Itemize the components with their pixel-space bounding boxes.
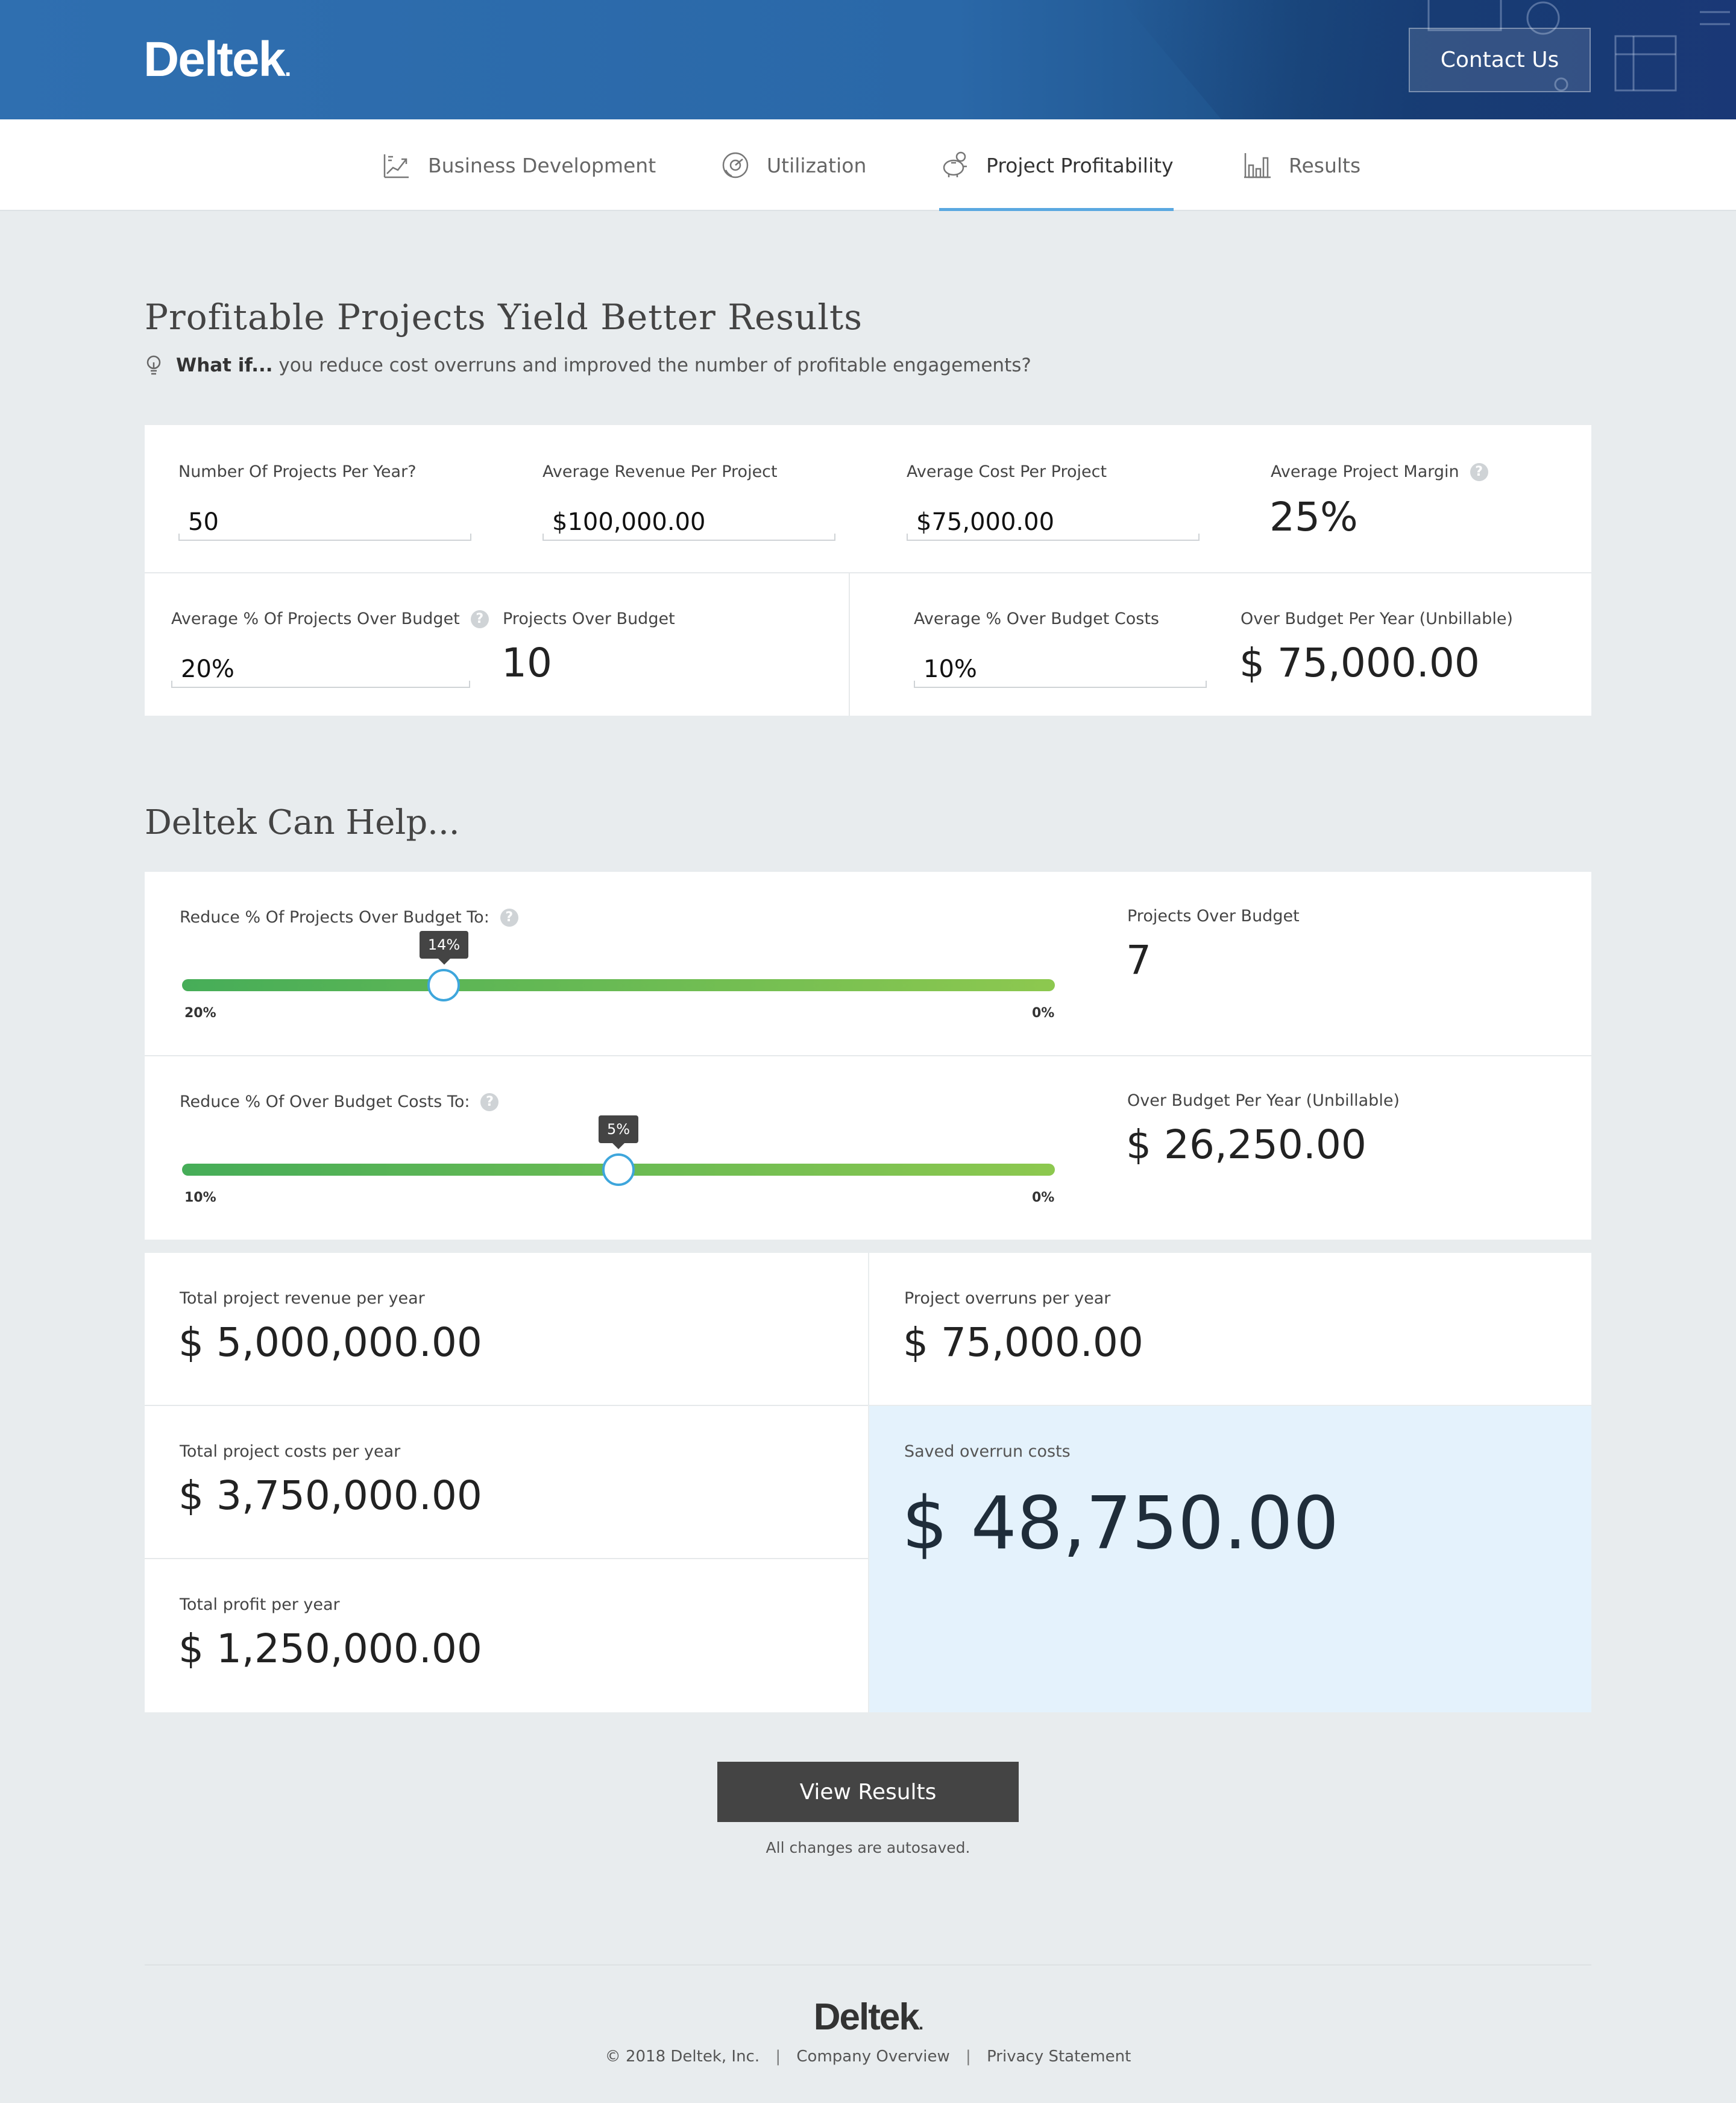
projects-over-budget-label: Projects Over Budget (503, 610, 675, 628)
avg-margin-label: Average Project Margin ? (1271, 462, 1488, 481)
revenue-value: $ 5,000,000.00 (178, 1319, 482, 1366)
saved-value: $ 48,750.00 (902, 1482, 1339, 1566)
view-results-button[interactable]: View Results (717, 1762, 1019, 1822)
projects-per-year-input[interactable]: 50 (178, 499, 471, 541)
overruns-value: $ 75,000.00 (903, 1319, 1143, 1366)
slider1-label: Reduce % Of Projects Over Budget To: ? (180, 908, 518, 927)
pct-over-budget-costs-label: Average % Over Budget Costs (914, 610, 1160, 628)
revenue-label: Total project revenue per year (180, 1289, 425, 1308)
company-overview-link[interactable]: Company Overview (796, 2048, 949, 2066)
avg-cost-label: Average Cost Per Project (907, 462, 1107, 481)
pct-over-budget-label-text: Average % Of Projects Over Budget (171, 610, 460, 628)
what-if-label: What if... (176, 355, 273, 376)
help-icon[interactable]: ? (1470, 462, 1488, 481)
section-title: Deltek Can Help... (145, 803, 460, 842)
tab-label: Utilization (767, 153, 867, 177)
slider2-result-label: Over Budget Per Year (Unbillable) (1127, 1091, 1400, 1110)
tab-label: Project Profitability (986, 153, 1174, 177)
costs-value: $ 3,750,000.00 (178, 1472, 482, 1519)
tab-utilization[interactable]: Utilization (720, 119, 866, 211)
slider1-label-text: Reduce % Of Projects Over Budget To: (180, 908, 489, 927)
contact-us-button[interactable]: Contact Us (1409, 28, 1591, 92)
projects-over-budget-value: 10 (502, 640, 552, 686)
copyright: © 2018 Deltek, Inc. (605, 2048, 760, 2066)
slider1-tooltip: 14% (419, 931, 469, 965)
divider (145, 1405, 868, 1406)
deltek-logo[interactable]: Deltek. (143, 31, 291, 88)
lightbulb-icon (146, 355, 161, 375)
saved-overrun-card: Saved overrun costs $ 48,750.00 (869, 1406, 1591, 1712)
tab-project-profitability[interactable]: Project Profitability (939, 119, 1174, 211)
help-icon[interactable]: ? (470, 610, 489, 628)
help-icon[interactable]: ? (500, 908, 518, 927)
tab-business-development[interactable]: Business Development (381, 119, 656, 211)
slider1-result-value: 7 (1126, 937, 1151, 983)
avg-revenue-input[interactable]: $100,000.00 (542, 499, 835, 541)
bar-chart-icon (1244, 153, 1271, 178)
avg-margin-label-text: Average Project Margin (1271, 462, 1459, 481)
divider (145, 1055, 1591, 1056)
saved-label: Saved overrun costs (904, 1442, 1071, 1461)
slider2-label-text: Reduce % Of Over Budget Costs To: (180, 1092, 470, 1111)
chart-growth-icon (383, 154, 409, 178)
what-if-description: you reduce cost overruns and improved th… (278, 355, 1031, 376)
what-if-text: What if... you reduce cost overruns and … (145, 355, 1031, 376)
divider (145, 1558, 868, 1559)
tab-results[interactable]: Results (1242, 119, 1360, 211)
divider (145, 572, 1591, 573)
divider (849, 572, 850, 716)
projects-per-year-label: Number Of Projects Per Year? (178, 462, 417, 481)
slider1-handle[interactable] (427, 969, 461, 1001)
inputs-card: Number Of Projects Per Year? 50 Average … (145, 425, 1591, 716)
profit-value: $ 1,250,000.00 (178, 1625, 482, 1672)
footer-logo-text: Deltek (813, 1996, 920, 2038)
avg-cost-input[interactable]: $75,000.00 (907, 499, 1200, 541)
slider2-min-label: 10% (184, 1190, 216, 1205)
piggy-bank-icon (943, 151, 967, 177)
autosave-note: All changes are autosaved. (766, 1839, 970, 1856)
footer-links: © 2018 Deltek, Inc. | Company Overview |… (605, 2048, 1131, 2066)
help-icon[interactable]: ? (480, 1092, 499, 1111)
profit-label: Total profit per year (180, 1595, 340, 1614)
pct-over-budget-input[interactable]: 20% (171, 646, 470, 688)
slider2-result-value: $ 26,250.00 (1126, 1121, 1366, 1168)
overruns-label: Project overruns per year (904, 1289, 1111, 1308)
tab-label: Results (1289, 153, 1361, 177)
slider2-tooltip: 5% (599, 1115, 639, 1149)
slider2-max-label: 0% (1032, 1190, 1055, 1205)
footer-logo[interactable]: Deltek. (0, 1996, 1736, 2038)
logo-text: Deltek (143, 32, 286, 87)
pct-over-budget-costs-input[interactable]: 10% (914, 646, 1207, 688)
page-title: Profitable Projects Yield Better Results (145, 297, 863, 338)
site-header: Deltek. Contact Us (0, 0, 1736, 119)
avg-margin-value: 25% (1269, 494, 1358, 540)
overruns-card: Project overruns per year $ 75,000.00 (869, 1253, 1591, 1405)
summary-left-card: Total project revenue per year $ 5,000,0… (145, 1253, 868, 1712)
over-budget-per-year-value: $ 75,000.00 (1239, 640, 1480, 686)
costs-label: Total project costs per year (180, 1442, 401, 1461)
section-tabs: Business Development Utilization Project… (0, 119, 1736, 211)
pct-over-budget-label: Average % Of Projects Over Budget ? (171, 610, 489, 628)
sliders-card: Reduce % Of Projects Over Budget To: ? 1… (145, 872, 1591, 1240)
slider1-result-label: Projects Over Budget (1127, 907, 1300, 925)
slider1-track[interactable] (182, 979, 1055, 991)
avg-revenue-label: Average Revenue Per Project (542, 462, 778, 481)
over-budget-per-year-label: Over Budget Per Year (Unbillable) (1241, 610, 1513, 628)
slider1-max-label: 0% (1032, 1006, 1055, 1021)
slider1-min-label: 20% (184, 1006, 216, 1021)
footer-divider (145, 1964, 1591, 1966)
slider2-handle[interactable] (602, 1153, 635, 1186)
privacy-statement-link[interactable]: Privacy Statement (987, 2048, 1131, 2066)
slider2-label: Reduce % Of Over Budget Costs To: ? (180, 1092, 499, 1111)
tab-label: Business Development (428, 153, 656, 177)
gauge-icon (722, 152, 749, 178)
